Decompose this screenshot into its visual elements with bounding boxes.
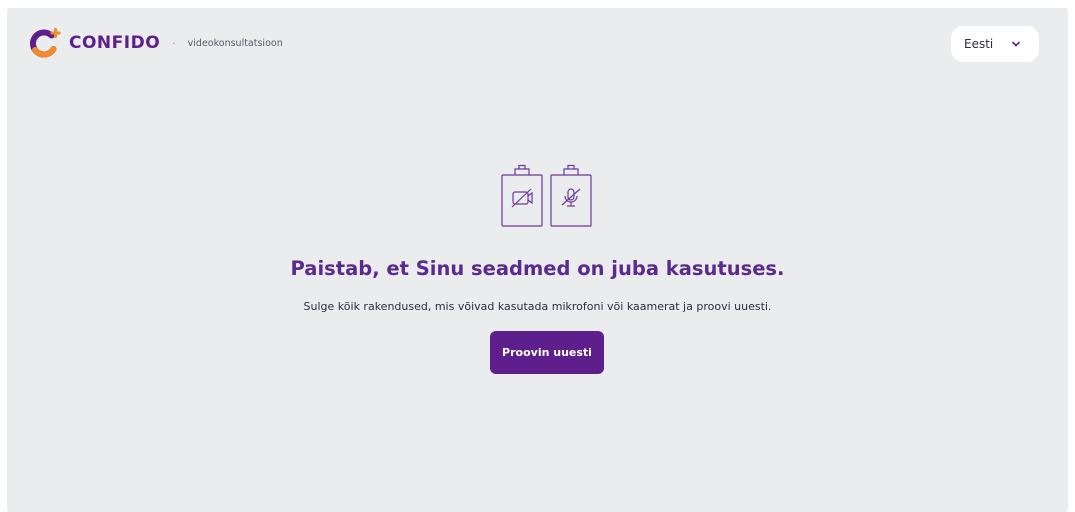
header-subtitle: videokonsultatsioon <box>187 37 283 49</box>
retry-button[interactable]: Proovin uuesti <box>490 331 604 374</box>
language-selector[interactable]: Eesti <box>951 26 1039 62</box>
microphone-off-icon <box>550 164 592 227</box>
devices-in-use-illustration <box>501 164 592 227</box>
page: CONFIDO · videokonsultatsioon Eesti Pais… <box>7 8 1068 512</box>
header-separator: · <box>172 36 176 50</box>
page-title: Paistab, et Sinu seadmed on juba kasutus… <box>290 257 785 280</box>
language-selector-label: Eesti <box>964 37 994 51</box>
brand[interactable]: CONFIDO · videokonsultatsioon <box>27 25 283 61</box>
error-description: Sulge kõik rakendused, mis võivad kasuta… <box>303 300 772 313</box>
camera-off-icon <box>501 164 543 227</box>
chevron-down-icon <box>1012 41 1020 47</box>
logo-text: CONFIDO <box>69 33 161 53</box>
header: CONFIDO · videokonsultatsioon Eesti <box>7 8 1068 80</box>
confido-logo-icon <box>30 28 61 58</box>
